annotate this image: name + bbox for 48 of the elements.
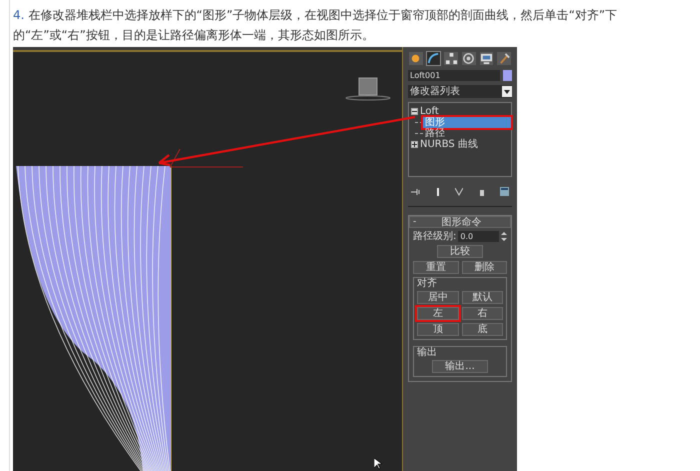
cursor-icon [374,458,382,470]
rollout-header[interactable]: - 图形命令 [409,216,511,228]
stack-item[interactable]: Loft [420,106,511,117]
spinner-arrows-icon[interactable] [501,231,507,242]
panel-button[interactable]: 删除 [462,261,507,274]
settings-icon[interactable] [500,187,509,196]
panel-button[interactable]: 顶 [417,323,458,336]
color-swatch[interactable] [503,70,512,81]
command-tab[interactable] [443,51,460,66]
panel-button[interactable]: 重置 [413,261,458,274]
trash-icon[interactable] [478,188,484,196]
command-tab[interactable] [478,51,494,66]
hierarchy-icon [444,52,458,65]
panel-button[interactable]: 输出... [432,360,488,373]
group-label: 输出 [417,347,438,358]
panel-button[interactable]: 左 [417,307,458,320]
circle-icon [462,52,476,65]
stack-item[interactable]: 路径 [423,128,511,139]
view-cube-icon [344,76,392,102]
caret-icon [502,86,512,97]
funnel-icon[interactable] [455,188,463,196]
command-tab[interactable] [426,51,442,66]
stack-item[interactable]: NURBS 曲线 [420,139,511,150]
bar-icon[interactable] [436,188,440,196]
expand-toggle[interactable] [411,141,418,148]
group-label: 对齐 [417,278,438,289]
hammer-icon [498,52,511,65]
dropdown-value: 修改器列表 [409,86,461,97]
panel-button[interactable]: 右 [462,307,503,320]
collapse-sign: - [413,217,416,227]
monitor-icon [480,52,494,65]
panel-button[interactable]: 默认 [462,291,503,304]
path-level-spinner[interactable]: 0.0 [458,231,499,242]
curve-icon [427,52,440,65]
rollout-title: 图形命令 [440,216,483,228]
object-name-field[interactable]: Loft001 [408,70,500,81]
panel-button[interactable]: 居中 [417,291,458,304]
panel-button[interactable]: 比较 [437,245,483,258]
pin-icon[interactable] [411,188,420,196]
stack-item[interactable]: 图形 [423,117,511,128]
command-tab[interactable] [408,51,424,66]
panel-button[interactable]: 底 [462,323,503,336]
command-tab[interactable] [496,51,512,66]
expand-toggle[interactable] [411,108,418,115]
command-tab[interactable] [461,51,477,66]
field-label: 路径级别: [413,231,456,242]
modifier-list-dropdown[interactable]: 修改器列表 [408,85,512,98]
step-text: 4. 在修改器堆栈栏中选择放样下的“图形”子物体层级，在视图中选择位于窗帘顶部的剖面曲线，然后单击“对齐”下的“左”或“右”按钮，目的是让路径偏离形体一端，其形态如图所示。 [13,7,618,44]
